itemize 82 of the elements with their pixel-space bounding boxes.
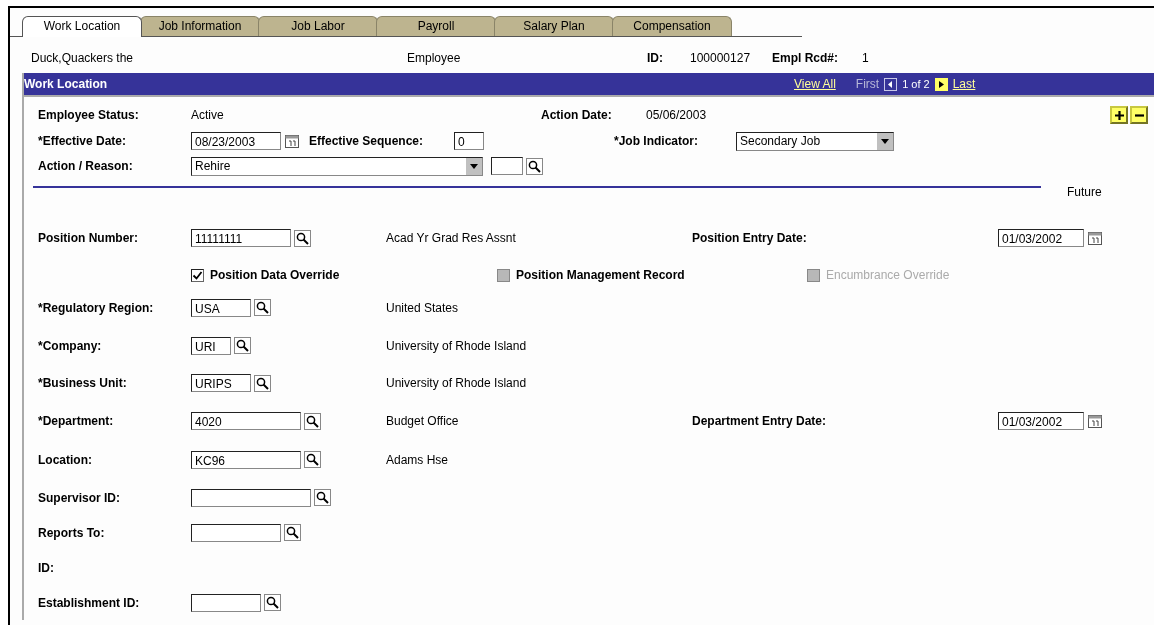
view-all-link[interactable]: View All xyxy=(794,77,836,91)
search-icon[interactable] xyxy=(304,451,321,468)
search-icon[interactable] xyxy=(294,229,311,247)
search-icon[interactable] xyxy=(284,524,301,541)
action-date: 05/06/2003 xyxy=(646,108,707,122)
field-description: Budget Office xyxy=(386,414,460,428)
tab[interactable]: Job Labor xyxy=(258,16,378,36)
tab[interactable]: Job Information xyxy=(140,16,260,36)
field-label: *Business Unit: xyxy=(38,376,128,390)
field-label: ID: xyxy=(38,560,55,575)
field-label: *Department: xyxy=(38,414,115,428)
employee-role: Employee xyxy=(407,51,462,65)
search-icon[interactable] xyxy=(304,412,321,430)
last-link[interactable]: Last xyxy=(952,77,976,91)
lookup-field[interactable]: KC96 xyxy=(191,450,301,469)
tab[interactable]: Work Location xyxy=(22,16,142,37)
position-description: Acad Yr Grad Res Assnt xyxy=(386,231,517,245)
field-label: *Company: xyxy=(38,338,103,353)
field-label: Effective Sequence: xyxy=(309,134,425,148)
delete-row-button[interactable] xyxy=(1130,106,1148,124)
add-row-button[interactable] xyxy=(1110,106,1128,124)
date-field[interactable]: 01/03/2002 xyxy=(998,412,1084,430)
field-label: Location: xyxy=(38,452,93,467)
field-label: Position Entry Date: xyxy=(692,231,808,245)
next-icon[interactable] xyxy=(934,77,948,91)
empl-rcd-label: Empl Rcd#: xyxy=(772,51,839,65)
search-icon[interactable] xyxy=(526,157,543,175)
search-icon[interactable] xyxy=(254,374,271,392)
id-label: ID: xyxy=(647,51,664,65)
reason-field[interactable] xyxy=(491,157,523,175)
calendar-icon[interactable] xyxy=(284,132,301,150)
plus-icon xyxy=(1113,109,1125,121)
tab[interactable]: Salary Plan xyxy=(494,16,614,36)
search-icon[interactable] xyxy=(254,299,271,316)
action-dropdown[interactable]: Rehire xyxy=(191,156,483,176)
field-description: Adams Hse xyxy=(386,452,450,467)
lookup-field[interactable] xyxy=(191,593,261,612)
field-label: *Effective Date: xyxy=(38,134,128,148)
employee-id: 100000127 xyxy=(690,51,752,65)
checkbox[interactable] xyxy=(191,268,204,282)
section-title: Work Location xyxy=(24,77,109,91)
lookup-field[interactable]: USA xyxy=(191,298,251,317)
page-count: 1 of 2 xyxy=(902,78,930,90)
employee-status: Active xyxy=(191,108,225,122)
checkbox-label: Encumbrance Override xyxy=(826,268,950,282)
lookup-field[interactable] xyxy=(191,488,311,507)
effective-date-field[interactable]: 08/23/2003 xyxy=(191,132,281,150)
employee-name: Duck,Quackers the xyxy=(31,51,135,65)
previous-icon[interactable] xyxy=(884,77,898,91)
lookup-field[interactable]: URIPS xyxy=(191,374,251,392)
effective-sequence-field[interactable]: 0 xyxy=(454,132,484,150)
empl-rcd: 1 xyxy=(862,51,869,65)
job-indicator-dropdown[interactable]: Secondary Job xyxy=(736,131,894,151)
field-label: Reports To: xyxy=(38,525,106,540)
tab[interactable]: Compensation xyxy=(612,16,732,36)
search-icon[interactable] xyxy=(314,489,331,506)
tab[interactable]: Payroll xyxy=(376,16,496,36)
calendar-icon[interactable] xyxy=(1087,229,1104,247)
lookup-field[interactable]: URI xyxy=(191,336,231,355)
position-entry-date-field[interactable]: 01/03/2002 xyxy=(998,229,1084,247)
field-label: Department Entry Date: xyxy=(692,414,828,428)
lookup-field[interactable]: 4020 xyxy=(191,412,301,430)
position-number-field[interactable]: 11111111 xyxy=(191,229,291,247)
search-icon[interactable] xyxy=(234,337,251,354)
field-label: Position Number: xyxy=(38,231,139,245)
checkbox-label: Position Data Override xyxy=(210,268,340,282)
checkbox-label: Position Management Record xyxy=(516,268,685,282)
field-label: Supervisor ID: xyxy=(38,490,122,505)
calendar-icon[interactable] xyxy=(1087,412,1104,430)
field-label: Action / Reason: xyxy=(38,159,134,173)
field-description: United States xyxy=(386,300,460,315)
lookup-field[interactable] xyxy=(191,523,281,542)
field-label: Establishment ID: xyxy=(38,595,141,610)
field-label: *Job Indicator: xyxy=(614,134,699,148)
field-label: *Regulatory Region: xyxy=(38,300,155,315)
field-description: University of Rhode Island xyxy=(386,338,528,353)
field-label: Employee Status: xyxy=(38,108,140,122)
field-description: University of Rhode Island xyxy=(386,376,528,390)
first-label: First xyxy=(855,77,880,91)
field-label: Action Date: xyxy=(541,108,613,122)
search-icon[interactable] xyxy=(264,594,281,611)
future-label: Future xyxy=(1067,185,1102,199)
